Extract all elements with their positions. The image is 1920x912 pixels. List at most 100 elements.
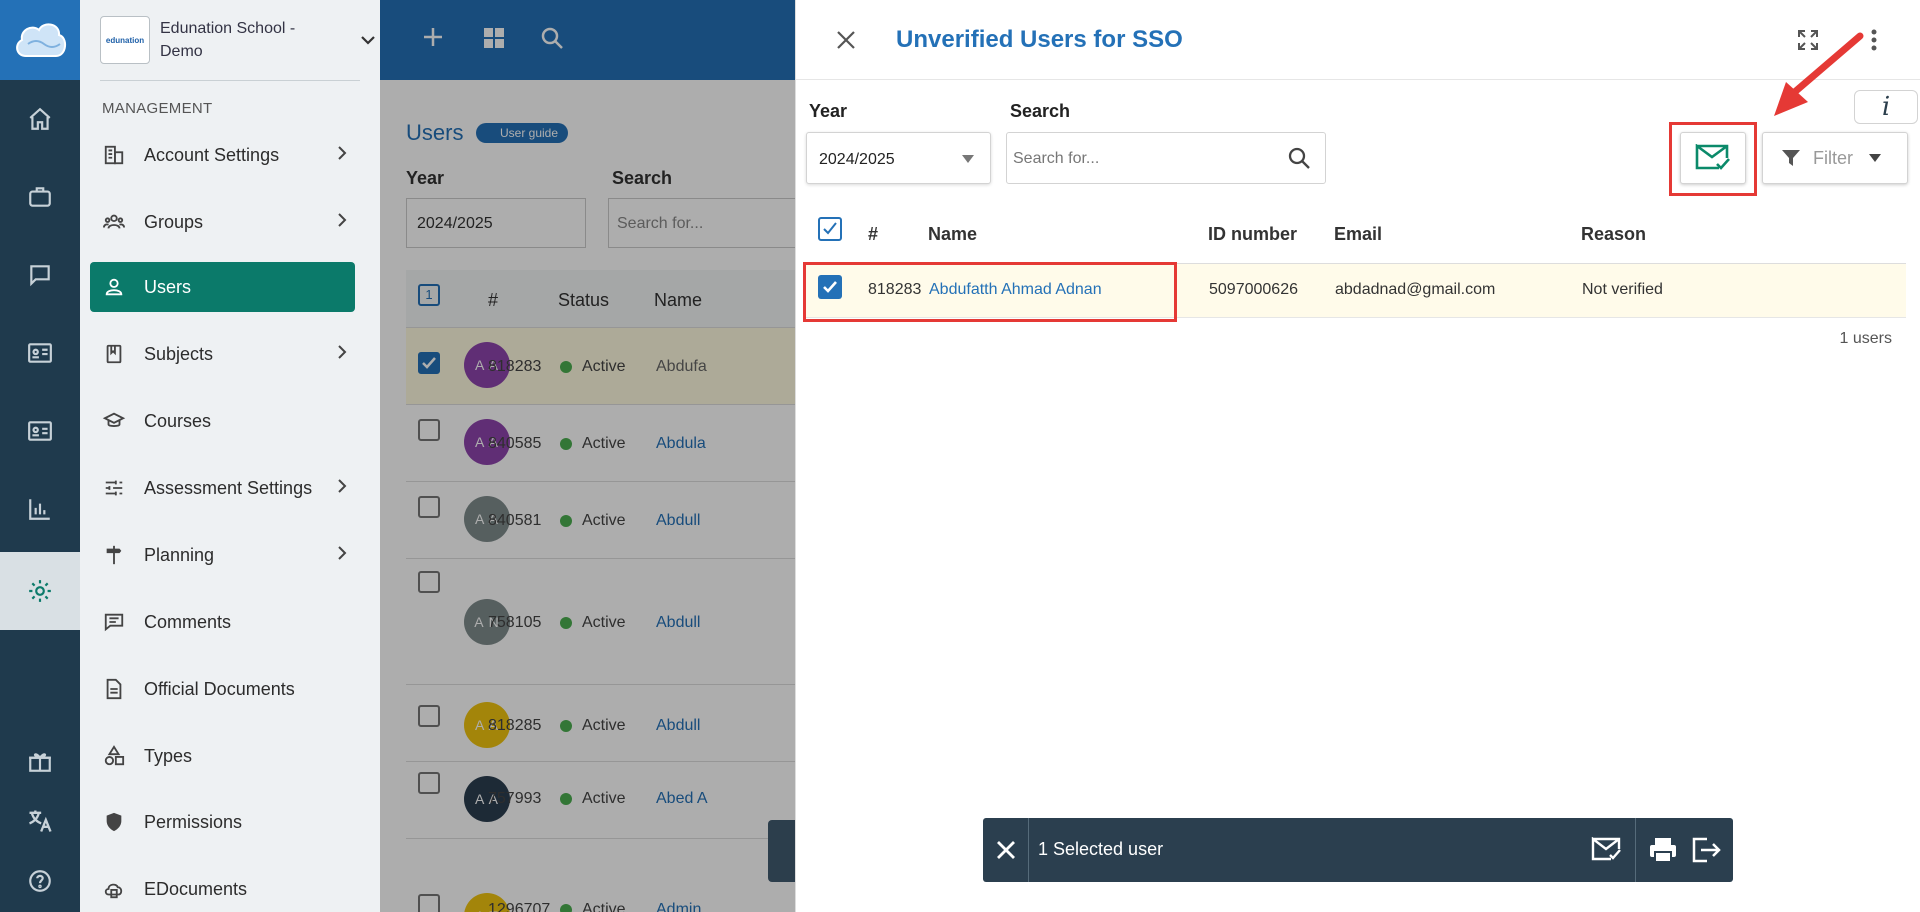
book-icon bbox=[102, 342, 126, 366]
export-button[interactable] bbox=[1683, 818, 1731, 882]
document-icon bbox=[102, 677, 126, 701]
sidebar-item-label: Comments bbox=[144, 611, 232, 632]
sidebar-item-label: Planning bbox=[144, 544, 215, 565]
user-count: 1 users bbox=[1839, 330, 1892, 347]
year-label: Year bbox=[809, 101, 848, 121]
sidebar-item-label: Official Documents bbox=[144, 678, 295, 699]
briefcase-icon[interactable] bbox=[0, 158, 80, 236]
section-label: MANAGEMENT bbox=[102, 100, 213, 117]
search-input[interactable] bbox=[1013, 147, 1273, 171]
filter-button[interactable]: Filter bbox=[1762, 132, 1908, 184]
close-icon bbox=[996, 841, 1015, 859]
sidebar-item-permissions[interactable]: Permissions bbox=[90, 797, 355, 847]
caret-down-icon bbox=[962, 155, 974, 163]
select-all-checkbox[interactable] bbox=[818, 217, 842, 241]
close-icon[interactable] bbox=[836, 30, 856, 50]
chevron-right-icon bbox=[338, 345, 347, 359]
sidebar-item-label: EDocuments bbox=[144, 878, 248, 899]
cloud-doc-icon bbox=[102, 877, 126, 901]
sidebar-item-label: Courses bbox=[144, 410, 212, 431]
sidebar-item-label: Account Settings bbox=[144, 144, 280, 165]
sidebar-item-edocuments[interactable]: EDocuments bbox=[90, 864, 355, 912]
print-icon bbox=[1650, 838, 1676, 863]
highlight-box bbox=[1669, 122, 1757, 196]
rail-lower bbox=[0, 632, 80, 912]
sidebar-item-comments[interactable]: Comments bbox=[90, 597, 355, 647]
col-reason: Reason bbox=[1581, 224, 1647, 244]
year-value: 2024/2025 bbox=[819, 151, 895, 168]
cloud-logo-icon[interactable] bbox=[0, 0, 80, 80]
sidebar: edunation Edunation School - Demo MANAGE… bbox=[80, 0, 456, 912]
sidebar-item-label: Permissions bbox=[144, 811, 243, 832]
caret-down-icon bbox=[1869, 154, 1881, 162]
sidebar-item-label: Subjects bbox=[144, 343, 214, 364]
id-card-icon[interactable] bbox=[0, 314, 80, 392]
col-email: Email bbox=[1334, 224, 1383, 244]
sidebar-item-official-documents[interactable]: Official Documents bbox=[90, 664, 355, 714]
col-name: Name bbox=[928, 224, 978, 244]
chat-icon[interactable] bbox=[0, 236, 80, 314]
year-select[interactable]: 2024/2025 bbox=[806, 132, 991, 184]
filter-icon bbox=[1782, 150, 1800, 166]
selection-action-bar: 1 Selected user bbox=[983, 818, 1733, 882]
comment-icon bbox=[102, 610, 126, 634]
bar-chart-icon[interactable] bbox=[0, 470, 80, 548]
sidebar-divider bbox=[100, 80, 360, 81]
more-vertical-icon[interactable] bbox=[1870, 28, 1878, 52]
sidebar-item-label: Groups bbox=[144, 211, 204, 232]
unverified-users-drawer: Unverified Users for SSO i Year Search 2… bbox=[795, 0, 1920, 912]
divider bbox=[1635, 818, 1636, 882]
id-number: 5097000626 bbox=[1209, 281, 1298, 298]
chevron-right-icon bbox=[338, 146, 347, 160]
sidebar-item-label: Assessment Settings bbox=[144, 477, 313, 498]
email: abdadnad@gmail.com bbox=[1335, 281, 1496, 298]
sidebar-item-label: Types bbox=[144, 745, 193, 766]
building-icon bbox=[102, 143, 126, 167]
sidebar-item-users[interactable]: Users bbox=[90, 262, 355, 312]
home-icon[interactable] bbox=[0, 80, 80, 158]
col-number: # bbox=[868, 224, 879, 244]
shapes-icon bbox=[102, 744, 126, 768]
drawer-title: Unverified Users for SSO bbox=[896, 26, 1183, 53]
search-label: Search bbox=[1010, 101, 1071, 121]
sidebar-item-account-settings[interactable]: Account Settings bbox=[90, 130, 355, 180]
modal-overlay[interactable] bbox=[380, 0, 800, 912]
chevron-right-icon bbox=[338, 479, 347, 493]
school-logo: edunation bbox=[100, 16, 150, 64]
clear-selection-button[interactable] bbox=[983, 818, 1029, 882]
highlight-box bbox=[803, 262, 1177, 322]
sidebar-item-groups[interactable]: Groups bbox=[90, 197, 355, 247]
signpost-icon bbox=[102, 543, 126, 567]
col-id-number: ID number bbox=[1208, 224, 1298, 244]
mail-check-icon bbox=[1591, 837, 1621, 861]
print-button[interactable] bbox=[1639, 818, 1687, 882]
sidebar-item-types[interactable]: Types bbox=[90, 731, 355, 781]
shield-icon bbox=[102, 810, 126, 834]
chevron-right-icon bbox=[338, 546, 347, 560]
help-icon[interactable] bbox=[0, 842, 80, 912]
chevron-right-icon bbox=[338, 213, 347, 227]
mail-check-button[interactable] bbox=[1583, 818, 1631, 882]
person-icon bbox=[102, 275, 126, 299]
sidebar-item-courses[interactable]: Courses bbox=[90, 396, 355, 446]
sliders-icon bbox=[102, 476, 126, 500]
export-icon bbox=[1692, 837, 1721, 863]
chevron-down-icon bbox=[361, 36, 375, 45]
selection-count-text: 1 Selected user bbox=[1038, 839, 1164, 859]
people-icon bbox=[102, 210, 126, 234]
gear-icon[interactable] bbox=[0, 552, 80, 630]
sidebar-item-subjects[interactable]: Subjects bbox=[90, 329, 355, 379]
filter-label: Filter bbox=[1813, 147, 1853, 168]
icon-rail bbox=[0, 0, 80, 912]
sidebar-item-label: Users bbox=[144, 276, 192, 297]
graduation-cap-icon bbox=[102, 409, 126, 433]
drawer-header: Unverified Users for SSO bbox=[796, 0, 1920, 80]
id-card-alt-icon[interactable] bbox=[0, 392, 80, 470]
search-icon[interactable] bbox=[1287, 146, 1311, 170]
sidebar-item-planning[interactable]: Planning bbox=[90, 530, 355, 580]
sidebar-item-assessment-settings[interactable]: Assessment Settings bbox=[90, 463, 355, 513]
search-box bbox=[1006, 132, 1326, 184]
school-name: Edunation School - Demo bbox=[160, 20, 296, 60]
annotation-arrow-icon bbox=[1774, 32, 1864, 116]
reason: Not verified bbox=[1582, 281, 1663, 298]
